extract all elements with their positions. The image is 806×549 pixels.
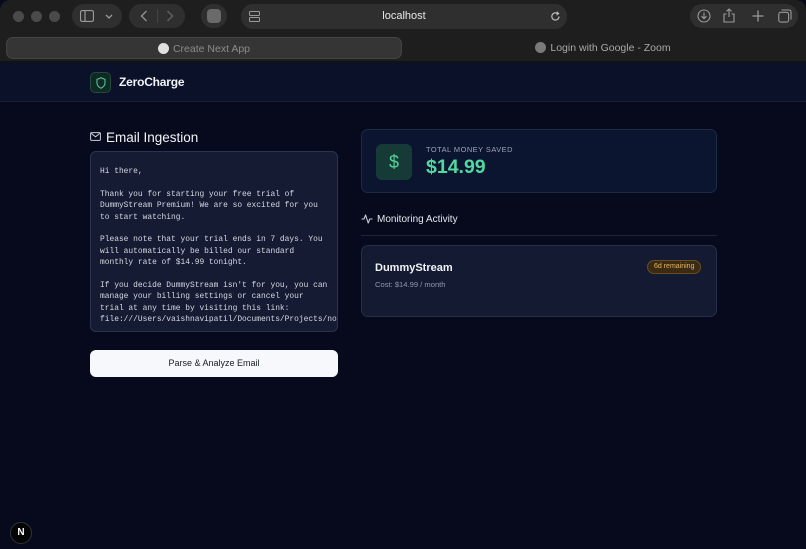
chevron-down-icon <box>105 14 113 19</box>
email-input[interactable]: Hi there, Thank you for starting your fr… <box>90 151 338 332</box>
email-body-text: Hi there, Thank you for starting your fr… <box>100 167 337 325</box>
page-content: ZeroCharge Email Ingestion Hi there, Tha… <box>0 62 806 549</box>
app-name: ZeroCharge <box>119 75 185 89</box>
extension-icon <box>207 9 221 23</box>
email-ingestion-title: Email Ingestion <box>106 130 199 145</box>
reload-icon[interactable] <box>550 11 561 22</box>
url-text: localhost <box>382 10 426 22</box>
tab-label: Create Next App <box>172 43 251 55</box>
logo[interactable] <box>90 72 111 93</box>
extension-button[interactable] <box>201 4 227 28</box>
subscription-cost: Cost: $14.99 / month <box>375 280 446 289</box>
sidebar-icon <box>80 10 94 22</box>
activity-icon <box>361 214 373 224</box>
history-nav <box>129 4 185 28</box>
app-header: ZeroCharge <box>0 62 806 102</box>
dollar-icon: $ <box>376 144 412 180</box>
shield-icon <box>96 77 106 89</box>
tab-bar: Create Next App Login with Google - Zoom <box>0 33 806 62</box>
nextjs-dev-indicator[interactable]: N <box>10 522 32 544</box>
back-icon[interactable] <box>140 10 148 22</box>
zoom-favicon-icon <box>535 42 547 53</box>
forward-icon[interactable] <box>166 10 174 22</box>
share-icon[interactable] <box>723 8 735 23</box>
browser-window: localhost Create Next App Login with Goo… <box>0 0 806 549</box>
monitoring-activity-title: Monitoring Activity <box>377 214 458 225</box>
zoom-window-button[interactable] <box>49 11 60 22</box>
minimize-window-button[interactable] <box>31 11 42 22</box>
tab-overview-icon[interactable] <box>778 9 792 23</box>
subscription-card[interactable]: DummyStream Cost: $14.99 / month 6d rema… <box>361 245 717 317</box>
browser-toolbar: localhost <box>0 0 806 33</box>
parse-analyze-button[interactable]: Parse & Analyze Email <box>90 350 338 377</box>
days-remaining-badge: 6d remaining <box>647 260 702 274</box>
money-saved-card: $ TOTAL MONEY SAVED $14.99 <box>361 129 717 193</box>
tab-zoom-login[interactable]: Login with Google - Zoom <box>406 37 800 59</box>
close-window-button[interactable] <box>13 11 24 22</box>
mail-icon <box>90 132 101 141</box>
address-bar[interactable]: localhost <box>241 4 567 29</box>
divider <box>361 235 717 236</box>
sidebar-toggle-button[interactable] <box>72 4 122 28</box>
money-saved-label: TOTAL MONEY SAVED <box>426 145 513 154</box>
nextjs-favicon-icon <box>157 43 169 54</box>
downloads-icon[interactable] <box>697 9 711 23</box>
subscription-name: DummyStream <box>375 262 453 274</box>
money-saved-value: $14.99 <box>426 156 486 178</box>
new-tab-icon[interactable] <box>752 10 764 22</box>
tab-label: Login with Google - Zoom <box>550 42 671 54</box>
toolbar-actions <box>690 4 798 28</box>
tab-create-next-app[interactable]: Create Next App <box>6 37 402 59</box>
